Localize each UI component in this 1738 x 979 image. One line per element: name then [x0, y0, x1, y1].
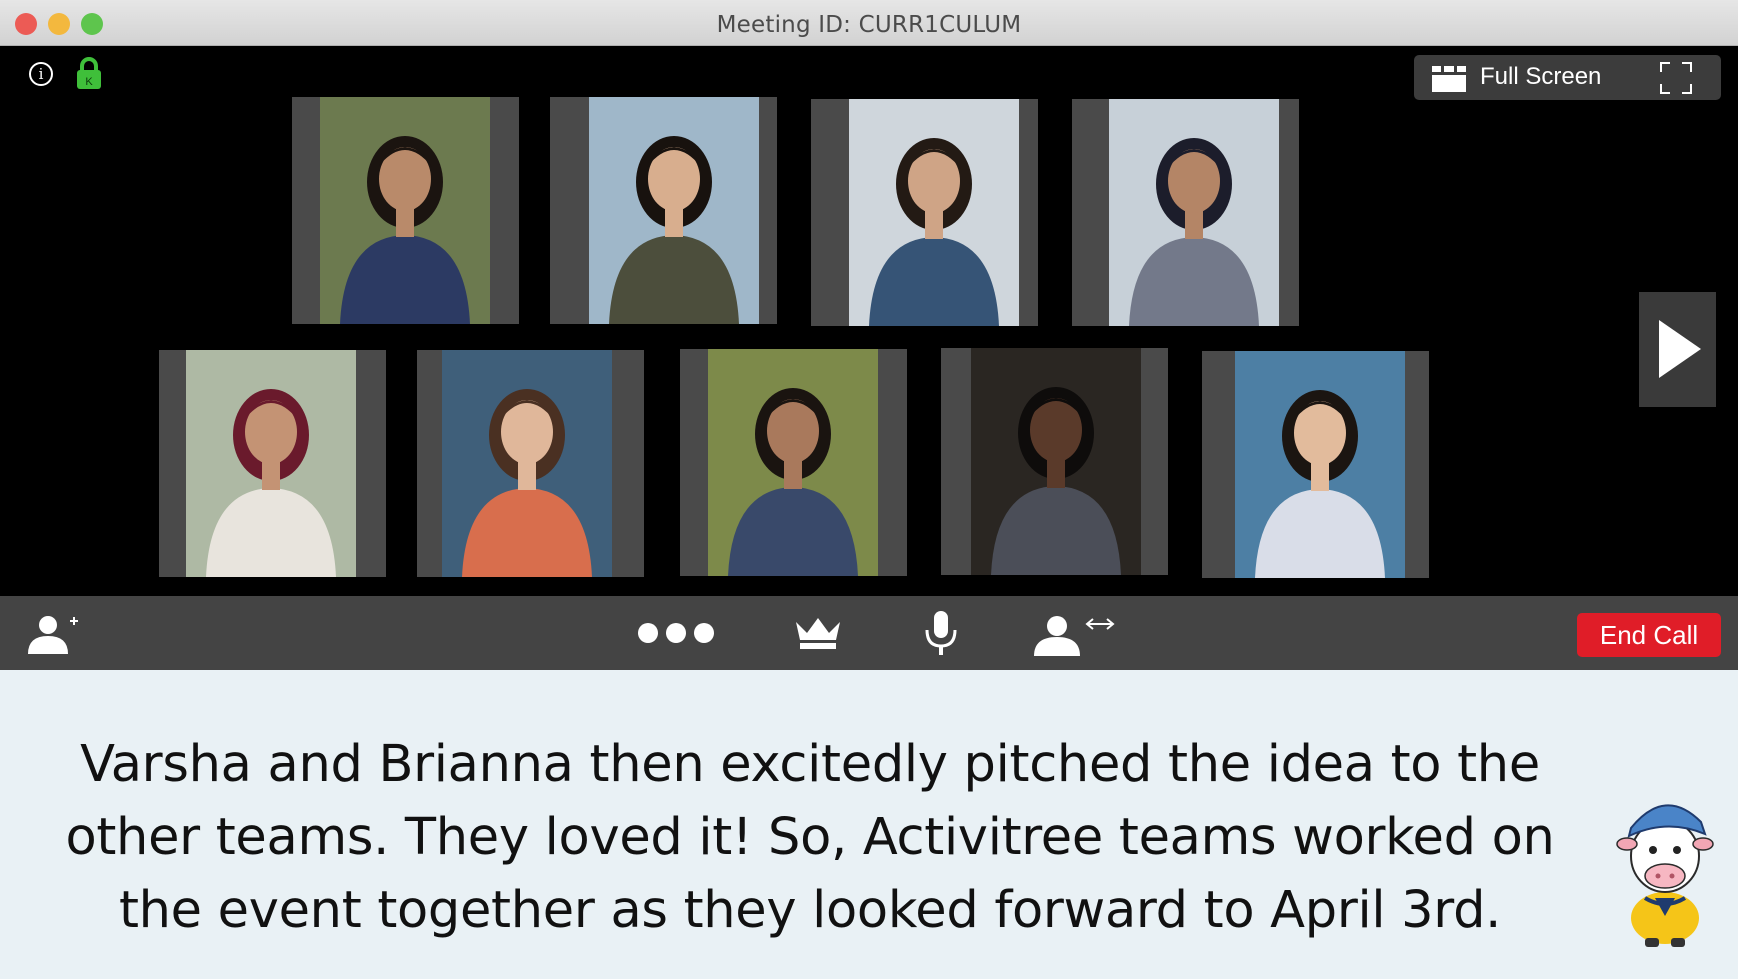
participant-portrait [589, 97, 759, 324]
participant-tile[interactable] [417, 350, 644, 577]
fullscreen-corners-icon [1660, 62, 1692, 94]
call-toolbar: End Call [0, 596, 1738, 670]
participant-portrait [1109, 99, 1279, 326]
title-bar: Meeting ID: CURR1CULUM [0, 0, 1738, 46]
participant-photo [1235, 351, 1405, 578]
participant-portrait [708, 349, 878, 576]
participant-tile[interactable] [159, 350, 386, 577]
participant-tile[interactable] [941, 348, 1168, 575]
participant-photo [708, 349, 878, 576]
lock-icon[interactable]: K [76, 56, 102, 90]
grid-view-icon [1432, 66, 1466, 92]
participant-tile[interactable] [811, 99, 1038, 326]
participant-portrait [849, 99, 1019, 326]
window-title: Meeting ID: CURR1CULUM [716, 12, 1022, 38]
participant-portrait [186, 350, 356, 577]
next-page-button[interactable] [1639, 292, 1716, 407]
participant-portrait [1235, 351, 1405, 578]
participant-portrait [971, 348, 1141, 575]
story-caption-area: Varsha and Brianna then excitedly pitche… [0, 670, 1738, 979]
meeting-window: Meeting ID: CURR1CULUM i K Full Screen E… [0, 0, 1738, 670]
video-grid-area: i K Full Screen [0, 46, 1738, 596]
participant-tile[interactable] [550, 97, 777, 324]
microphone-icon[interactable] [924, 610, 958, 658]
participant-photo [849, 99, 1019, 326]
participant-tile[interactable] [1202, 351, 1429, 578]
participant-tile[interactable] [1072, 99, 1299, 326]
cow-mascot-icon [1616, 804, 1714, 947]
participant-portrait [320, 97, 490, 324]
participant-photo [186, 350, 356, 577]
participant-photo [971, 348, 1141, 575]
play-right-icon [1659, 320, 1701, 378]
crown-icon[interactable] [794, 616, 842, 650]
more-options-icon[interactable] [637, 622, 715, 644]
end-call-button[interactable]: End Call [1577, 613, 1721, 657]
lock-letter: K [85, 76, 93, 88]
info-icon[interactable]: i [29, 62, 53, 86]
full-screen-label: Full Screen [1480, 63, 1602, 90]
add-participant-icon[interactable] [23, 614, 81, 654]
participant-photo [1109, 99, 1279, 326]
participant-photo [442, 350, 612, 577]
switch-user-icon[interactable] [1031, 614, 1117, 656]
participant-tile[interactable] [292, 97, 519, 324]
participant-photo [320, 97, 490, 324]
story-caption: Varsha and Brianna then excitedly pitche… [65, 735, 1555, 940]
participant-photo [589, 97, 759, 324]
participant-portrait [442, 350, 612, 577]
full-screen-button[interactable]: Full Screen [1414, 55, 1721, 100]
participant-tile[interactable] [680, 349, 907, 576]
